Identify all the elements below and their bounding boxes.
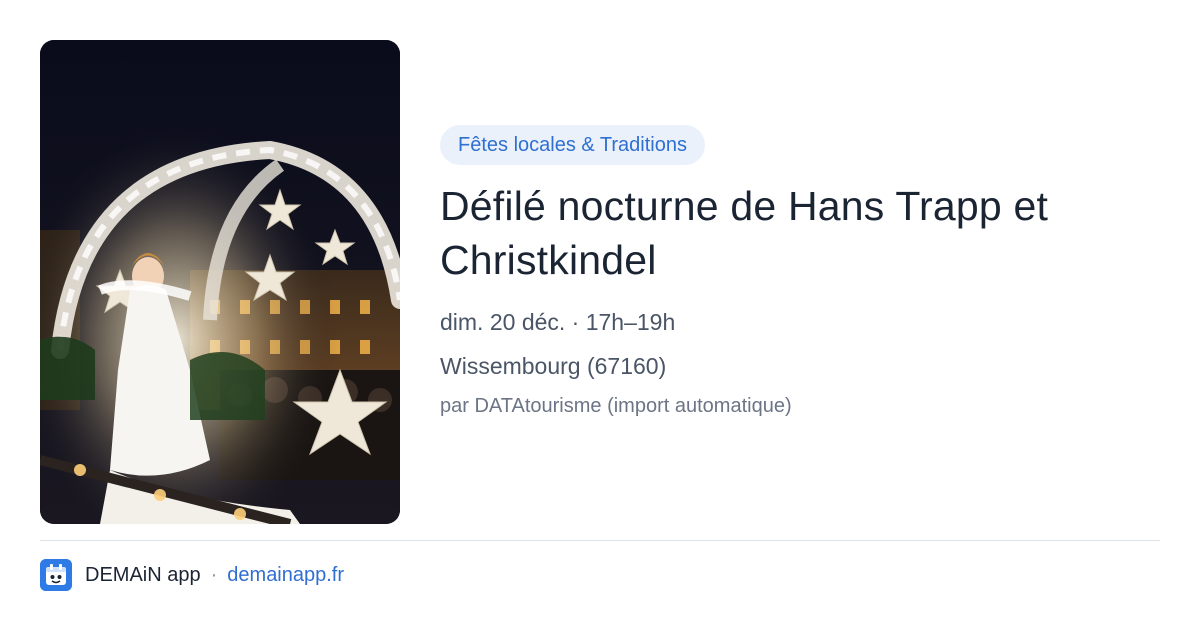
event-source: par DATAtourisme (import automatique) xyxy=(440,395,792,417)
footer-separator: · xyxy=(210,563,218,586)
event-datetime: dim. 20 déc. · 17h–19h xyxy=(440,309,676,335)
category-badge[interactable]: Fêtes locales & Traditions xyxy=(440,125,705,165)
app-domain-link[interactable]: demainapp.fr xyxy=(227,564,344,587)
event-title: Défilé nocturne de Hans Trapp et Christk… xyxy=(440,183,1049,283)
footer: DEMAiN app · demainapp.fr xyxy=(40,558,344,592)
event-details: Fêtes locales & Traditions Défilé noctur… xyxy=(440,125,1160,419)
event-photo xyxy=(40,40,400,524)
event-location: Wissembourg (67160) xyxy=(440,353,667,379)
footer-divider xyxy=(40,540,1160,541)
app-name: DEMAiN app xyxy=(85,563,201,586)
demain-logo-icon xyxy=(40,559,72,591)
event-card[interactable]: Fêtes locales & Traditions Défilé noctur… xyxy=(0,0,1200,630)
